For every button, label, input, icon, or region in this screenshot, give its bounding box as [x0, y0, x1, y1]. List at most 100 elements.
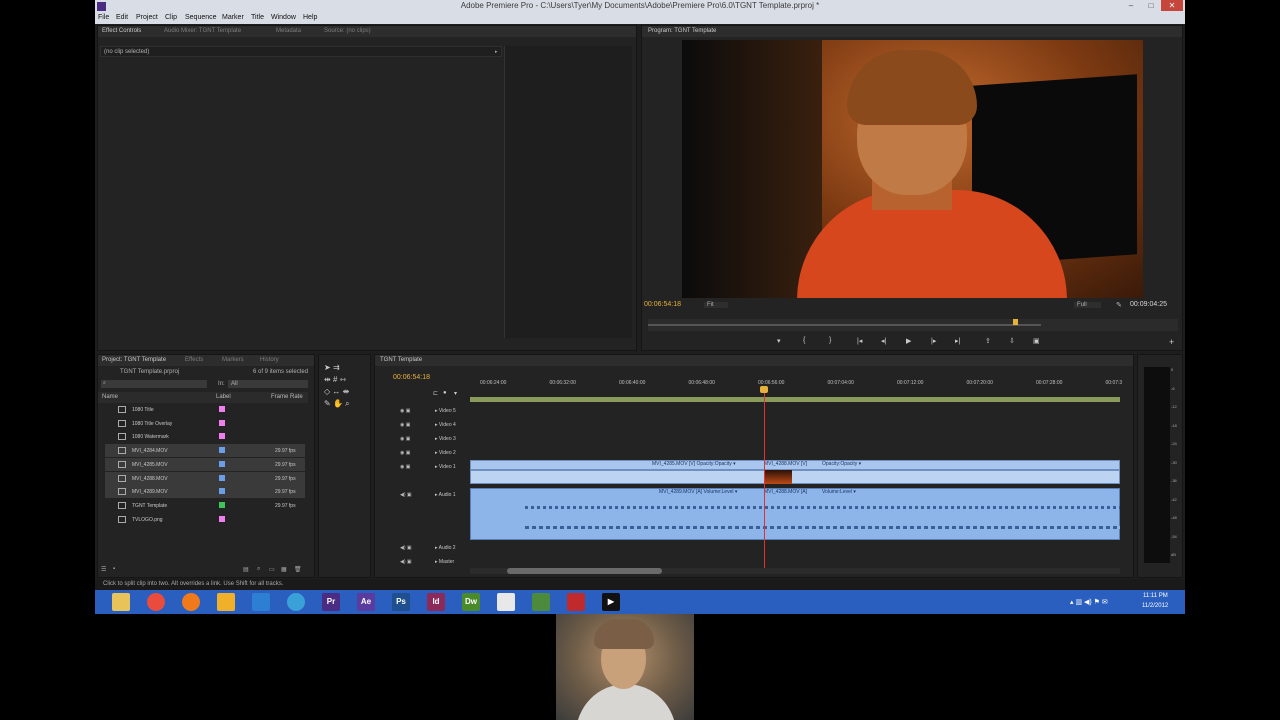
new-bin-icon[interactable]: ▭ [269, 566, 275, 573]
track-name-video-2[interactable]: ▸ Video 2 [435, 450, 456, 456]
program-scrubber[interactable] [648, 319, 1178, 331]
taskbar-ae-icon[interactable]: Ae [357, 593, 375, 611]
track-name-master[interactable]: ▸ Master [435, 559, 454, 565]
taskbar-id-icon[interactable]: Id [427, 593, 445, 611]
delete-icon[interactable]: 🗑 [294, 566, 302, 573]
slide-tool-icon[interactable]: ⇼ [343, 387, 350, 396]
taskbar-pr-icon[interactable]: Pr [322, 593, 340, 611]
track-name-audio-2[interactable]: ▸ Audio 2 [435, 545, 456, 551]
ripple-edit-tool-icon[interactable]: ⇹ [324, 375, 331, 384]
playhead-icon[interactable] [1013, 319, 1018, 325]
menu-help[interactable]: Help [303, 14, 317, 21]
work-area-bar[interactable] [470, 397, 1120, 402]
track-name-video-4[interactable]: ▸ Video 4 [435, 422, 456, 428]
track-select-tool-icon[interactable]: ⇉ [333, 363, 340, 372]
tab-effects[interactable]: Effects [185, 357, 203, 363]
timeline-scrollbar[interactable] [470, 568, 1120, 574]
minimize-button[interactable]: – [1120, 0, 1142, 11]
taskbar-ps-icon[interactable]: Ps [392, 593, 410, 611]
rate-stretch-tool-icon[interactable]: ⇿ [340, 375, 347, 384]
track-name-audio-1[interactable]: ▸ Audio 1 [435, 492, 456, 498]
extract-icon[interactable]: ⇩ [1009, 337, 1015, 345]
menu-title[interactable]: Title [251, 14, 264, 21]
go-to-out-icon[interactable]: ▸| [955, 337, 960, 345]
column-name[interactable]: Name [102, 394, 118, 400]
project-item-row[interactable]: 1080 Title [105, 403, 305, 416]
menu-clip[interactable]: Clip [165, 14, 177, 21]
taskbar-minecraft-icon[interactable] [532, 593, 550, 611]
taskbar-camera-icon[interactable] [567, 593, 585, 611]
tab-history[interactable]: History [260, 357, 279, 363]
tab-sequence[interactable]: TGNT Template [380, 357, 422, 363]
add-marker-icon-2[interactable]: ● [443, 390, 447, 396]
video1-clip-body[interactable] [470, 470, 1120, 484]
add-button-icon[interactable]: + [1169, 337, 1174, 347]
track-audio-icon[interactable]: ◀) ▣ [400, 492, 412, 498]
taskbar-dw-icon[interactable]: Dw [462, 593, 480, 611]
razor-tool-icon[interactable]: ◇ [324, 387, 330, 396]
timeline-timecode[interactable]: 00:06:54:18 [393, 374, 430, 381]
pen-tool-icon[interactable]: ✎ [324, 399, 331, 408]
taskbar-firefox-icon[interactable] [182, 593, 200, 611]
column-label[interactable]: Label [216, 394, 231, 400]
tab-source[interactable]: Source: (no clips) [324, 28, 371, 34]
menu-sequence[interactable]: Sequence [185, 14, 217, 21]
taskbar-files-icon[interactable] [497, 593, 515, 611]
timeline-scroll-thumb[interactable] [507, 568, 662, 574]
new-item-icon[interactable]: ▦ [281, 566, 287, 573]
track-audio-icon[interactable]: ◀) ▣ [400, 559, 412, 565]
rolling-edit-tool-icon[interactable]: # [333, 375, 337, 384]
list-view-icon[interactable]: ☰ [101, 566, 106, 573]
audio1-clip-track[interactable] [470, 488, 1120, 540]
project-item-row[interactable]: 1080 Watermark [105, 430, 305, 443]
menu-marker[interactable]: Marker [222, 14, 244, 21]
lift-icon[interactable]: ⇪ [985, 337, 991, 345]
tab-project[interactable]: Project: TGNT Template [102, 357, 166, 363]
play-arrow-icon[interactable]: ▸ [495, 49, 498, 55]
system-tray-icons[interactable]: ▴ ▥ ◀) ⚑ ✉ [1070, 598, 1108, 606]
go-to-in-icon[interactable]: |◂ [857, 337, 862, 345]
track-visibility-icon[interactable]: ◉ ▣ [400, 450, 410, 456]
project-item-row[interactable]: 1080 Title Overlay [105, 417, 305, 430]
zoom-tool-icon[interactable]: ⌕ [345, 399, 349, 408]
find-icon[interactable]: ⌕ [257, 566, 260, 573]
marker-dropdown-icon[interactable]: ▾ [454, 390, 457, 397]
maximize-button[interactable]: □ [1140, 0, 1162, 11]
track-visibility-icon[interactable]: ◉ ▣ [400, 408, 410, 414]
menu-project[interactable]: Project [136, 14, 158, 21]
snap-icon[interactable]: ⊏ [433, 390, 438, 397]
hand-tool-icon[interactable]: ✋ [333, 399, 343, 408]
project-item-row[interactable]: TVLOGO.png [105, 513, 305, 526]
export-frame-icon[interactable]: ▣ [1033, 337, 1040, 345]
icon-view-icon[interactable]: ▪ [113, 566, 115, 572]
play-icon[interactable]: ▶ [906, 337, 911, 345]
wrench-icon[interactable]: ✎ [1116, 301, 1122, 309]
taskbar-folder-icon[interactable] [217, 593, 235, 611]
mark-in-icon[interactable]: { [803, 337, 805, 344]
fit-dropdown[interactable]: Fit [704, 302, 728, 308]
project-item-row[interactable]: MVI_4288.MOV 29.97 fps [105, 471, 305, 485]
timeline-playhead[interactable] [764, 388, 765, 568]
column-frame-rate[interactable]: Frame Rate [271, 394, 303, 400]
track-name-video-5[interactable]: ▸ Video 5 [435, 408, 456, 414]
quality-dropdown[interactable]: Full [1074, 302, 1101, 308]
tab-metadata[interactable]: Metadata [276, 28, 301, 34]
step-forward-icon[interactable]: |▸ [931, 337, 936, 345]
selection-tool-icon[interactable]: ➤ [324, 363, 331, 372]
program-timecode[interactable]: 00:06:54:18 [644, 301, 681, 308]
track-visibility-icon[interactable]: ◉ ▣ [400, 464, 410, 470]
project-item-row[interactable]: MVI_4289.MOV 29.97 fps [105, 485, 305, 499]
taskbar-media-icon[interactable]: ▶ [602, 593, 620, 611]
project-search-input[interactable]: ⌕ [101, 380, 207, 388]
tab-markers[interactable]: Markers [222, 357, 244, 363]
tab-effect-controls[interactable]: Effect Controls [102, 28, 141, 34]
menu-window[interactable]: Window [271, 14, 296, 21]
in-dropdown[interactable]: All [228, 380, 308, 388]
playhead-handle-icon[interactable] [760, 386, 768, 393]
clock-time[interactable]: 11:11 PM [1143, 593, 1168, 599]
track-name-video-3[interactable]: ▸ Video 3 [435, 436, 456, 442]
step-back-icon[interactable]: ◂| [881, 337, 886, 345]
add-marker-icon[interactable]: ▾ [777, 337, 781, 345]
menu-file[interactable]: File [98, 14, 109, 21]
slip-tool-icon[interactable]: ↔ [332, 387, 340, 396]
